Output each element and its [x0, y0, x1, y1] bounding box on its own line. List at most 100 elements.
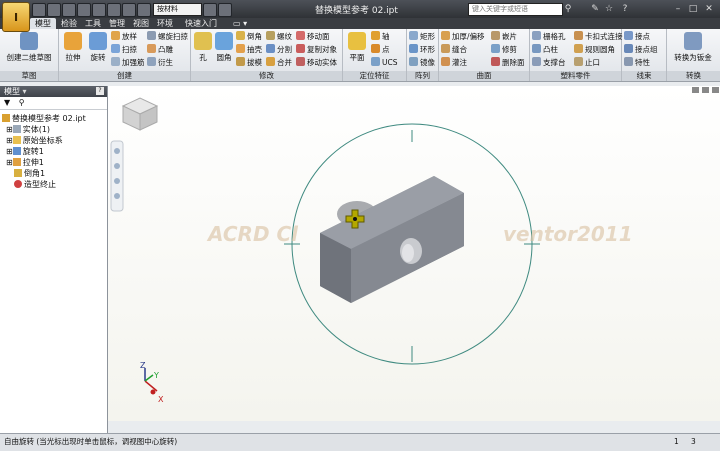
model-browser: 模型 ▾ ? ▼ ⚲ 替换模型参考 02.ipt ⊞ 实体(1) ⊞ 原始坐标系 ⊞…: [0, 86, 108, 433]
material-selector[interactable]: 按材料: [153, 3, 202, 16]
find-icon[interactable]: ⚲: [19, 98, 25, 107]
revolve-button[interactable]: 旋转: [86, 32, 110, 63]
viewport-window-controls[interactable]: [692, 87, 719, 93]
chamfer-button[interactable]: 倒角: [236, 31, 262, 42]
tab-environment[interactable]: 环境: [152, 18, 178, 29]
convert-sheet-metal-button[interactable]: 转换为钣金: [669, 32, 717, 63]
tree-item-revolve[interactable]: ⊞ 旋转1: [6, 147, 44, 157]
new-icon[interactable]: [32, 3, 46, 17]
expand-icon[interactable]: ⊞: [6, 125, 13, 134]
expand-icon[interactable]: ⊞: [6, 136, 13, 145]
maximize-icon[interactable]: □: [688, 4, 698, 14]
application-menu-button[interactable]: I: [2, 2, 30, 32]
minimize-icon[interactable]: –: [673, 4, 683, 14]
mirror-button[interactable]: 镜像: [409, 57, 435, 68]
connector-button[interactable]: 接点: [624, 31, 650, 42]
part-model[interactable]: [320, 176, 464, 303]
property-button[interactable]: 特性: [624, 57, 650, 68]
emboss-button[interactable]: 凸雕: [147, 44, 173, 55]
sweep-button[interactable]: 扫掠: [111, 44, 137, 55]
revolve-label: 旋转: [90, 53, 106, 62]
navigation-bar[interactable]: [110, 140, 124, 212]
plane-button[interactable]: 平面: [345, 32, 369, 63]
filter-icon[interactable]: ▼: [4, 98, 10, 107]
save-icon[interactable]: [62, 3, 76, 17]
draft-button[interactable]: 拔模: [236, 57, 262, 68]
rest-icon: [532, 57, 541, 66]
tab-inspect[interactable]: 检验: [56, 18, 82, 29]
fillet-button[interactable]: 圆角: [213, 32, 235, 63]
combine-button[interactable]: 合并: [266, 57, 292, 68]
tree-item-part[interactable]: 替换模型参考 02.ipt: [2, 114, 86, 124]
tree-item-solid-bodies[interactable]: ⊞ 实体(1): [6, 125, 50, 135]
move-face-button[interactable]: 移动面: [296, 31, 330, 42]
snap-fit-icon: [574, 31, 583, 40]
update-icon[interactable]: [137, 3, 151, 17]
tree-item-extrude[interactable]: ⊞ 拉伸1: [6, 158, 44, 168]
rectangular-pattern-button[interactable]: 矩形: [409, 31, 435, 42]
patch-button[interactable]: 嵌片: [491, 31, 517, 42]
thread-button[interactable]: 螺纹: [266, 31, 292, 42]
axis-z-label: Z: [140, 361, 146, 370]
circular-pattern-button[interactable]: 环形: [409, 44, 435, 55]
group-plastic-label: 塑料零件: [530, 71, 621, 81]
thicken-button[interactable]: 加厚/偏移: [441, 31, 485, 42]
undo-icon[interactable]: [77, 3, 91, 17]
tab-get-started[interactable]: 快速入门: [180, 18, 222, 29]
expand-icon[interactable]: ⊞: [6, 147, 13, 156]
browser-help-icon[interactable]: ?: [96, 87, 104, 95]
copy-object-button[interactable]: 复制对象: [296, 44, 337, 55]
tab-model[interactable]: 模型: [30, 18, 56, 29]
search-input[interactable]: 键入关键字或短语: [468, 3, 563, 16]
stitch-button[interactable]: 缝合: [441, 44, 467, 55]
derive-button[interactable]: 衍生: [147, 57, 173, 68]
sculpt-button[interactable]: 灌注: [441, 57, 467, 68]
move-body-button[interactable]: 移动实体: [296, 57, 337, 68]
tree-item-origin[interactable]: ⊞ 原始坐标系: [6, 136, 63, 146]
help-icon[interactable]: ?: [620, 4, 630, 14]
tree-item-end-of-part[interactable]: 造型终止: [14, 180, 56, 190]
tree-item-chamfer[interactable]: 倒角1: [14, 169, 45, 179]
split-button[interactable]: 分割: [266, 44, 292, 55]
coil-button[interactable]: 螺旋扫掠: [147, 31, 188, 42]
star-icon[interactable]: ☆: [604, 4, 614, 14]
delete-face-button[interactable]: 删除面: [491, 57, 525, 68]
connector-group-button[interactable]: 接点组: [624, 44, 658, 55]
tab-manage[interactable]: 管理: [104, 18, 130, 29]
open-icon[interactable]: [47, 3, 61, 17]
rib-button[interactable]: 加强筋: [111, 57, 145, 68]
shell-button[interactable]: 抽壳: [236, 44, 262, 55]
browser-title[interactable]: 模型: [4, 87, 20, 96]
equation-icon[interactable]: [218, 3, 232, 17]
rest-button[interactable]: 支撑台: [532, 57, 566, 68]
select-icon[interactable]: [122, 3, 136, 17]
extrude-button[interactable]: 拉伸: [61, 32, 85, 63]
trim-button[interactable]: 修剪: [491, 44, 517, 55]
create-sketch-button[interactable]: 创建二维草图: [4, 32, 54, 63]
view-cube[interactable]: [121, 97, 159, 131]
chevron-down-icon[interactable]: ▾: [23, 87, 27, 96]
lip-button[interactable]: 止口: [574, 57, 600, 68]
tab-tools[interactable]: 工具: [80, 18, 106, 29]
fillet-icon: [215, 32, 233, 50]
snap-fit-button[interactable]: 卡扣式连接: [574, 31, 623, 42]
appearance-icon[interactable]: [203, 3, 217, 17]
thread-icon: [266, 31, 275, 40]
tab-view[interactable]: 视图: [128, 18, 154, 29]
boss-button[interactable]: 凸柱: [532, 44, 558, 55]
ribbon-options-icon[interactable]: ▭ ▾: [228, 18, 252, 29]
redo-icon[interactable]: [92, 3, 106, 17]
return-icon[interactable]: [107, 3, 121, 17]
rule-fillet-button[interactable]: 规则圆角: [574, 44, 615, 55]
loft-button[interactable]: 放样: [111, 31, 137, 42]
tools-icon[interactable]: ✎: [590, 4, 600, 14]
graphics-viewport[interactable]: ACRD Cl ventor2011 Z Y X: [108, 86, 720, 421]
ucs-button[interactable]: UCS: [371, 57, 398, 68]
search-icon[interactable]: ⚲: [563, 4, 573, 14]
axis-button[interactable]: 轴: [371, 31, 390, 42]
point-button[interactable]: 点: [371, 44, 390, 55]
grill-button[interactable]: 栅格孔: [532, 31, 566, 42]
expand-icon[interactable]: ⊞: [6, 158, 13, 167]
close-icon[interactable]: ✕: [704, 4, 714, 14]
hole-button[interactable]: 孔: [193, 32, 213, 63]
